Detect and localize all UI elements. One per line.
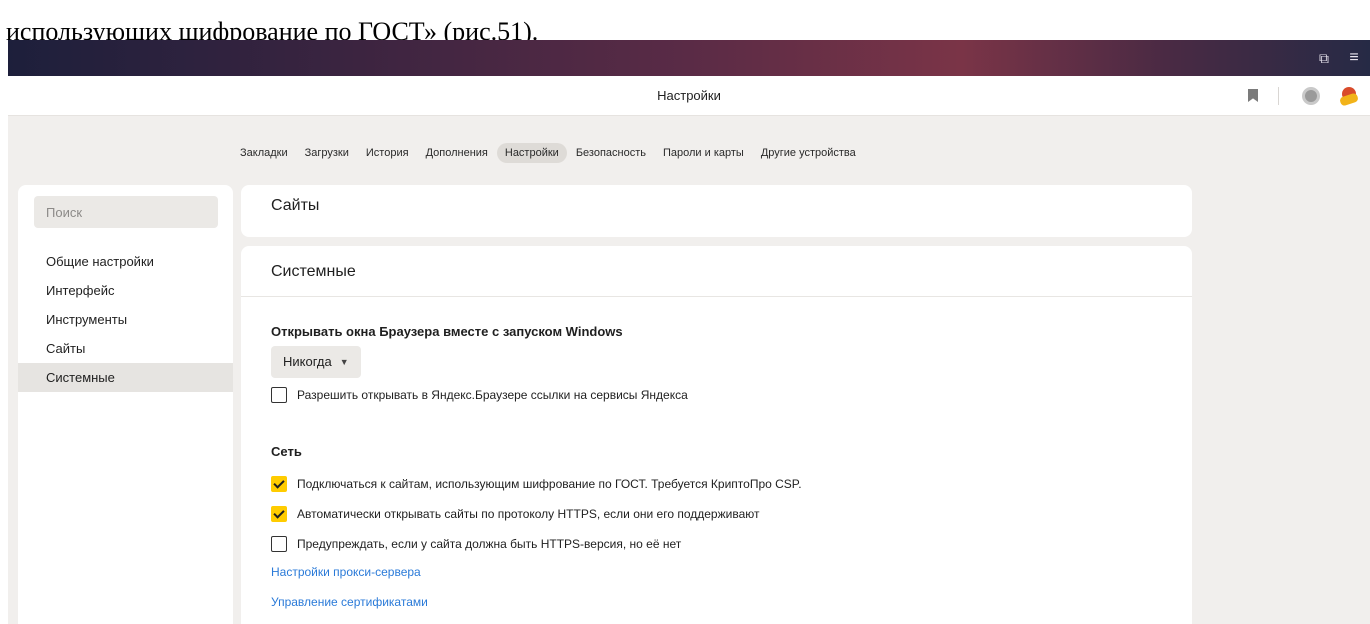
system-card: Системные Открывать окна Браузера вместе…: [241, 246, 1192, 624]
gost-option[interactable]: Подключаться к сайтам, использующим шифр…: [271, 475, 802, 493]
sidebar-item-interface[interactable]: Интерфейс: [18, 276, 233, 305]
page-title: Настройки: [657, 88, 721, 103]
gost-checkbox[interactable]: [271, 476, 287, 492]
sidebar-nav: Общие настройки Интерфейс Инструменты Са…: [18, 247, 233, 392]
startup-heading: Открывать окна Браузера вместе с запуско…: [271, 324, 623, 339]
tab-passwords[interactable]: Пароли и карты: [655, 143, 752, 163]
window-copy-icon[interactable]: ⧉: [1314, 48, 1334, 68]
globe-extension-icon[interactable]: [1302, 87, 1320, 105]
open-yandex-links-label: Разрешить открывать в Яндекс.Браузере сс…: [297, 388, 688, 402]
open-yandex-links-checkbox[interactable]: [271, 387, 287, 403]
gost-label: Подключаться к сайтам, использующим шифр…: [297, 477, 802, 491]
settings-tabs: Закладки Загрузки История Дополнения Нас…: [232, 142, 865, 164]
browser-window: ⧉ ≡ Настройки Закладки Загрузки История …: [8, 40, 1370, 624]
tab-settings[interactable]: Настройки: [496, 143, 567, 163]
title-bar: ⧉ ≡: [8, 40, 1370, 76]
https-auto-option[interactable]: Автоматически открывать сайты по протоко…: [271, 505, 759, 523]
search-box: [34, 196, 218, 228]
tab-history[interactable]: История: [358, 143, 417, 163]
settings-sidebar: Общие настройки Интерфейс Инструменты Са…: [18, 185, 233, 624]
tab-bookmarks[interactable]: Закладки: [232, 143, 296, 163]
certificates-link[interactable]: Управление сертификатами: [271, 595, 428, 609]
chevron-down-icon: ▼: [339, 357, 349, 367]
tab-extensions[interactable]: Дополнения: [418, 143, 496, 163]
extension-icon[interactable]: [1338, 85, 1360, 107]
startup-dropdown[interactable]: Никогда ▼: [271, 346, 361, 378]
sites-card: Сайты: [241, 185, 1192, 237]
search-input[interactable]: [34, 196, 218, 228]
tab-security[interactable]: Безопасность: [568, 143, 654, 163]
system-section-title: Системные: [271, 263, 356, 280]
https-auto-label: Автоматически открывать сайты по протоко…: [297, 507, 760, 521]
proxy-settings-link[interactable]: Настройки прокси-сервера: [271, 565, 421, 579]
startup-dropdown-value: Никогда: [283, 354, 332, 369]
hamburger-menu-icon[interactable]: ≡: [1344, 48, 1364, 68]
sidebar-item-tools[interactable]: Инструменты: [18, 305, 233, 334]
sidebar-item-sites[interactable]: Сайты: [18, 334, 233, 363]
sidebar-item-general[interactable]: Общие настройки: [18, 247, 233, 276]
sidebar-item-system[interactable]: Системные: [18, 363, 233, 392]
header-divider: [1278, 87, 1279, 105]
tab-downloads[interactable]: Загрузки: [297, 143, 357, 163]
https-warn-label: Предупреждать, если у сайта должна быть …: [297, 537, 682, 551]
section-divider: [241, 296, 1192, 297]
https-warn-checkbox[interactable]: [271, 536, 287, 552]
tab-other-devices[interactable]: Другие устройства: [753, 143, 864, 163]
sites-section-title: Сайты: [271, 197, 320, 214]
https-auto-checkbox[interactable]: [271, 506, 287, 522]
https-warn-option[interactable]: Предупреждать, если у сайта должна быть …: [271, 535, 681, 553]
network-heading: Сеть: [271, 444, 302, 459]
header-bar: Настройки: [8, 76, 1370, 116]
open-yandex-links-option[interactable]: Разрешить открывать в Яндекс.Браузере сс…: [271, 386, 688, 404]
